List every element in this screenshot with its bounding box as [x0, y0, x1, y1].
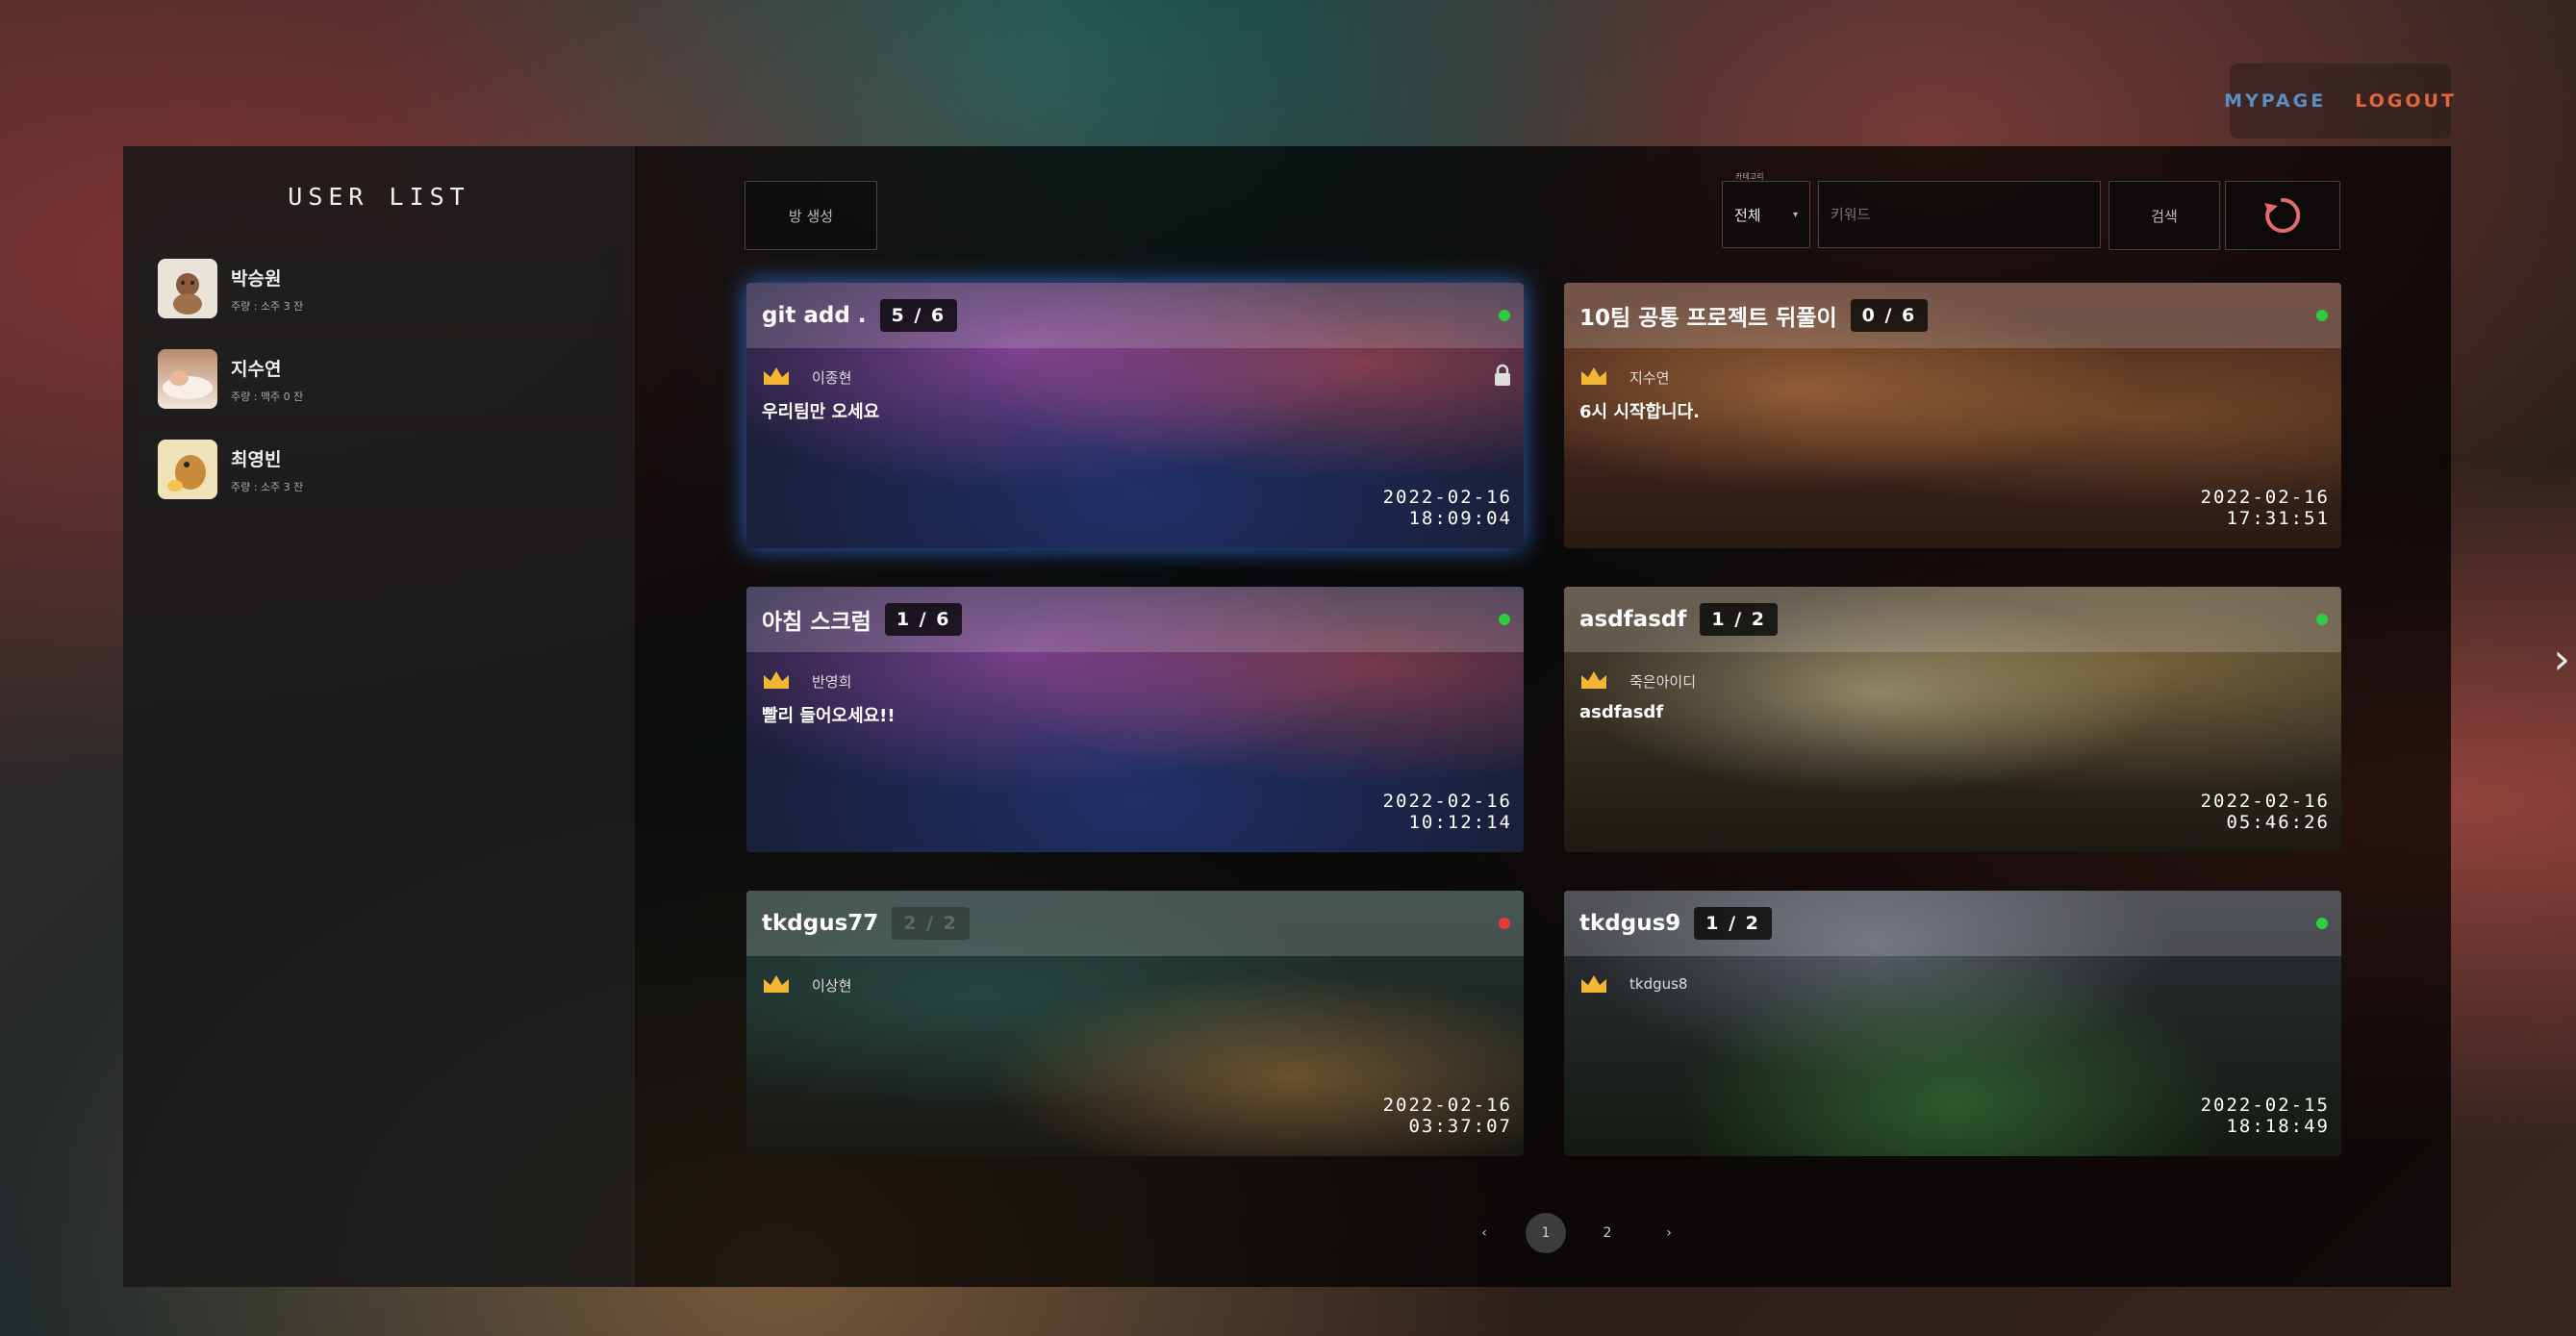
room-description: 우리팀만 오세요 — [762, 402, 880, 422]
room-date: 2022-02-16 — [2200, 487, 2330, 508]
room-card[interactable]: git add . 5 / 6 이종현 우리팀만 오세요 2022-02-16 … — [746, 283, 1524, 548]
room-card[interactable]: asdfasdf 1 / 2 죽은아이디 asdfasdf 2022-02-16… — [1564, 587, 2341, 852]
room-card-header: tkdgus9 1 / 2 — [1564, 891, 2341, 956]
room-time: 18:09:04 — [1408, 508, 1512, 529]
crown-icon — [1581, 975, 1606, 993]
room-host: 이상현 — [812, 977, 852, 995]
room-card-header: 10팀 공통 프로젝트 뒤풀이 0 / 6 — [1564, 283, 2341, 348]
avatar — [158, 349, 217, 409]
room-host: tkdgus8 — [1629, 975, 1688, 993]
keyword-input[interactable] — [1818, 181, 2101, 248]
room-host: 죽은아이디 — [1629, 673, 1697, 691]
room-created-at: 2022-02-16 17:31:51 — [2201, 487, 2330, 529]
refresh-button[interactable] — [2225, 181, 2340, 250]
pagination: ‹ 1 2 › — [1464, 1213, 1689, 1253]
room-card[interactable]: tkdgus77 2 / 2 이상현 2022-02-16 03:37:07 — [746, 891, 1524, 1156]
top-nav: MYPAGE LOGOUT — [2224, 63, 2454, 139]
category-select[interactable]: 전체 ▾ — [1722, 181, 1810, 248]
user-list-title: USER LIST — [288, 183, 470, 211]
room-title: 아침 스크럼 — [762, 610, 871, 635]
room-title: 10팀 공통 프로젝트 뒤풀이 — [1579, 306, 1837, 331]
user-item[interactable]: 지수연 주량 : 맥주 0 잔 — [139, 339, 621, 419]
room-time: 10:12:14 — [1408, 812, 1512, 833]
room-card-header: asdfasdf 1 / 2 — [1564, 587, 2341, 652]
room-date: 2022-02-16 — [2200, 791, 2330, 812]
room-created-at: 2022-02-16 10:12:14 — [1383, 791, 1512, 833]
room-host: 이종현 — [812, 369, 852, 387]
room-description: 6시 시작합니다. — [1579, 402, 1700, 422]
room-created-at: 2022-02-16 05:46:26 — [2201, 791, 2330, 833]
room-description: asdfasdf — [1579, 702, 1664, 722]
room-occupancy-badge: 1 / 2 — [1694, 907, 1772, 940]
crown-icon — [764, 975, 789, 993]
crown-icon — [764, 671, 789, 689]
status-dot — [1499, 614, 1510, 625]
room-time: 17:31:51 — [2226, 508, 2330, 529]
room-occupancy-badge: 1 / 6 — [884, 603, 963, 636]
room-card-header: tkdgus77 2 / 2 — [746, 891, 1524, 956]
search-button[interactable]: 검색 — [2109, 181, 2220, 250]
status-dot — [2316, 614, 2328, 625]
user-name: 박승원 — [231, 267, 282, 290]
user-item[interactable]: 최영빈 주량 : 소주 3 잔 — [139, 429, 621, 510]
avatar — [158, 440, 217, 499]
room-title: tkdgus77 — [762, 911, 879, 936]
page-button-1[interactable]: 1 — [1526, 1213, 1566, 1253]
room-host: 반영희 — [812, 673, 852, 691]
room-description: 빨리 들어오세요!! — [762, 706, 896, 726]
room-date: 2022-02-15 — [2200, 1095, 2330, 1116]
user-drink-capacity: 주량 : 맥주 0 잔 — [231, 390, 304, 403]
room-created-at: 2022-02-16 03:37:07 — [1383, 1095, 1512, 1137]
room-occupancy-badge: 2 / 2 — [892, 907, 970, 940]
crown-icon — [1581, 367, 1606, 385]
room-occupancy-badge: 0 / 6 — [1850, 299, 1929, 332]
logout-link[interactable]: LOGOUT — [2355, 90, 2457, 112]
user-name: 최영빈 — [231, 448, 282, 470]
status-dot — [1499, 310, 1510, 321]
user-drink-capacity: 주량 : 소주 3 잔 — [231, 480, 304, 493]
prev-page-button[interactable]: ‹ — [1464, 1213, 1504, 1253]
next-page-button[interactable]: › — [1649, 1213, 1689, 1253]
room-host: 지수연 — [1629, 369, 1670, 387]
room-card[interactable]: 아침 스크럼 1 / 6 반영희 빨리 들어오세요!! 2022-02-16 1… — [746, 587, 1524, 852]
main-panel: USER LIST 박승원 주량 : 소주 3 잔 지수연 주량 : 맥주 0 … — [123, 146, 2451, 1287]
page-button-2[interactable]: 2 — [1587, 1213, 1628, 1253]
status-dot — [1499, 918, 1510, 929]
room-occupancy-badge: 1 / 2 — [1700, 603, 1778, 636]
crown-icon — [1581, 671, 1606, 689]
user-name: 지수연 — [231, 358, 282, 380]
crown-icon — [764, 367, 789, 385]
lock-icon — [1495, 364, 1510, 386]
room-date: 2022-02-16 — [1382, 791, 1512, 812]
user-list-sidebar: USER LIST 박승원 주량 : 소주 3 잔 지수연 주량 : 맥주 0 … — [123, 146, 635, 1287]
status-dot — [2316, 918, 2328, 929]
room-card[interactable]: 10팀 공통 프로젝트 뒤풀이 0 / 6 지수연 6시 시작합니다. 2022… — [1564, 283, 2341, 548]
user-item[interactable]: 박승원 주량 : 소주 3 잔 — [139, 248, 621, 329]
chevron-down-icon: ▾ — [1792, 209, 1798, 220]
room-time: 03:37:07 — [1408, 1116, 1512, 1137]
room-card-header: 아침 스크럼 1 / 6 — [746, 587, 1524, 652]
room-created-at: 2022-02-15 18:18:49 — [2201, 1095, 2330, 1137]
carousel-next-arrow[interactable]: › — [2553, 635, 2570, 684]
room-created-at: 2022-02-16 18:09:04 — [1383, 487, 1512, 529]
avatar — [158, 259, 217, 318]
room-card-header: git add . 5 / 6 — [746, 283, 1524, 348]
user-drink-capacity: 주량 : 소주 3 잔 — [231, 299, 304, 313]
create-room-button[interactable]: 방 생성 — [745, 181, 877, 250]
room-time: 05:46:26 — [2226, 812, 2330, 833]
room-title: asdfasdf — [1579, 607, 1687, 632]
room-occupancy-badge: 5 / 6 — [879, 299, 958, 332]
room-time: 18:18:49 — [2226, 1116, 2330, 1137]
status-dot — [2316, 310, 2328, 321]
category-value: 전체 — [1734, 206, 1761, 224]
room-card[interactable]: tkdgus9 1 / 2 tkdgus8 2022-02-15 18:18:4… — [1564, 891, 2341, 1156]
room-title: tkdgus9 — [1579, 911, 1681, 936]
room-date: 2022-02-16 — [1382, 1095, 1512, 1116]
room-date: 2022-02-16 — [1382, 487, 1512, 508]
mypage-link[interactable]: MYPAGE — [2224, 90, 2326, 112]
room-title: git add . — [762, 303, 867, 328]
refresh-icon — [2264, 197, 2301, 233]
